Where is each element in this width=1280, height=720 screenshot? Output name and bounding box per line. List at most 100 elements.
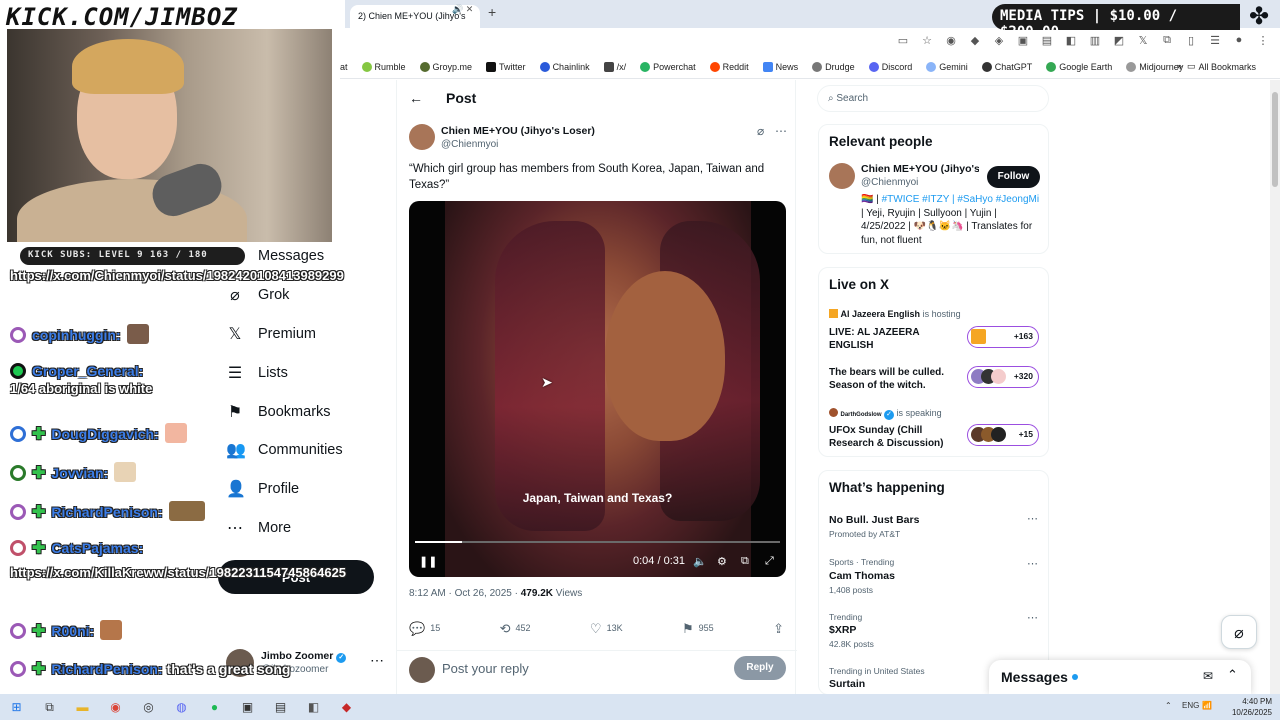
scroll-thumb[interactable] [1272, 92, 1278, 187]
nav-more[interactable]: ⋯ More [226, 518, 291, 538]
chat-message: ✚ Jovvian: [10, 462, 137, 483]
bookmark-midjourney[interactable]: Midjourney [1126, 61, 1183, 72]
ext-icon-1: ◉ [946, 35, 956, 47]
live-listeners[interactable]: +15 [967, 424, 1039, 446]
kebab-icon: ⋮ [1257, 35, 1269, 47]
task-view-icon[interactable]: ⧉ [33, 700, 66, 715]
communities-icon: 👥 [226, 442, 246, 459]
discord-icon[interactable]: ◍ [165, 700, 198, 714]
all-bookmarks[interactable]: » ▭ All Bookmarks [1177, 61, 1256, 72]
volume-icon[interactable]: 🔈 [693, 555, 707, 568]
bookmark-chatgpt[interactable]: ChatGPT [981, 61, 1032, 72]
network-icon[interactable]: 📶 [1202, 701, 1212, 710]
bookmark-0[interactable]: at [340, 62, 348, 72]
messages-label: Messages [1001, 669, 1068, 685]
scrollbar[interactable] [1270, 80, 1280, 695]
app-icon-3[interactable]: ◆ [330, 700, 363, 714]
reply-action[interactable]: 💬 15 [409, 621, 440, 637]
tray-chevron-icon[interactable]: ⌃ [1165, 701, 1172, 710]
nav-profile[interactable]: 👤 Profile [226, 479, 299, 499]
like-action[interactable]: ♡ 13K [590, 621, 623, 637]
back-arrow-icon[interactable]: ← [409, 90, 423, 106]
bookmark-reddit[interactable]: Reddit [709, 61, 749, 72]
person-bio: 🏳️‍🌈 | #TWICE #ITZY | #SaHyo #JeongMi | … [861, 194, 1040, 246]
pip-icon[interactable]: ⧉ [741, 555, 749, 568]
trend-name[interactable]: Surtain [829, 678, 865, 690]
extension-icons[interactable]: ▭ ☆ ◉ ◆ ◈ ▣ ▤ ◧ ▥ ◩ 𝕏 ⧉ ▯ ☰ ● ⋮ [896, 34, 1270, 47]
author-handle[interactable]: @Chienmyoi [441, 139, 498, 150]
trend-name[interactable]: Cam Thomas [829, 570, 895, 582]
video-caption: Japan, Taiwan and Texas? [522, 491, 673, 505]
search-input[interactable]: ⌕ Search [817, 85, 1049, 112]
chrome-icon[interactable]: ◉ [99, 700, 132, 714]
menu-icon: ☰ [1210, 35, 1220, 47]
bookmark-x[interactable]: /x/ [603, 61, 626, 72]
grok-float-icon[interactable]: ⌀ [1221, 615, 1257, 649]
windows-start-icon[interactable]: ⊞ [0, 700, 33, 714]
clock[interactable]: 4:40 PM 10/26/2025 [1232, 696, 1272, 718]
bookmark-drudge[interactable]: Drudge [812, 61, 855, 72]
steam-icon[interactable]: ◎ [132, 700, 165, 714]
tab-audio-icon[interactable]: 🔊 ✕ [452, 4, 473, 15]
chat-message: ✚ RichardPenison: that's a great song [10, 659, 290, 679]
bookmark-chainlink[interactable]: Chainlink [539, 61, 590, 72]
mouse-cursor-icon: ➤ [541, 374, 553, 390]
grok-explain-icon[interactable]: ⌀ [757, 124, 764, 138]
repost-action[interactable]: ⟲ 452 [500, 621, 531, 637]
bookmark-powerchat[interactable]: Powerchat [640, 61, 696, 72]
trend-name[interactable]: No Bull. Just Bars [829, 514, 919, 526]
nav-premium[interactable]: 𝕏 Premium [226, 324, 316, 344]
account-more-icon[interactable]: ⋯ [370, 652, 384, 669]
messages-drawer[interactable]: Messages ✉ ⌃ [989, 660, 1251, 694]
compose-message-icon[interactable]: ✉ [1203, 669, 1213, 683]
chat-message: ✚ RichardPenison: [10, 501, 205, 522]
expand-icon[interactable]: ⌃ [1227, 667, 1238, 683]
emote-icon [164, 423, 187, 443]
person-name[interactable]: Chien ME+YOU (Jihyo's... [861, 163, 979, 175]
bookmark-gemini[interactable]: Gemini [926, 61, 968, 72]
app-icon[interactable]: ▤ [264, 700, 297, 714]
trend-more-icon[interactable]: ⋯ [1027, 512, 1038, 525]
follow-button[interactable]: Follow [987, 166, 1040, 188]
nav-lists[interactable]: ☰ Lists [226, 363, 288, 383]
bookmark-discord[interactable]: Discord [868, 61, 912, 72]
nav-communities[interactable]: 👥 Communities [226, 440, 343, 460]
app-icon-2[interactable]: ◧ [297, 700, 330, 714]
share-action[interactable]: ⇪ [773, 621, 789, 637]
file-explorer-icon[interactable]: ▬ [66, 700, 99, 714]
live-item-title[interactable]: UFOx Sunday (Chill Research & Discussion… [829, 424, 964, 450]
pause-icon[interactable]: ❚❚ [419, 555, 437, 568]
spotify-icon[interactable]: ● [198, 700, 231, 714]
nav-bookmarks[interactable]: ⚑ Bookmarks [226, 402, 331, 422]
trend-name[interactable]: $XRP [829, 624, 856, 636]
post-more-icon[interactable]: ⋯ [775, 124, 787, 138]
fullscreen-icon[interactable]: ⤢ [765, 555, 774, 568]
live-item-title[interactable]: The bears will be culled. Season of the … [829, 366, 964, 392]
ext-icon-7: ▥ [1089, 35, 1101, 47]
trend-promoted: Promoted by AT&T [829, 529, 901, 539]
new-tab-button[interactable]: + [488, 4, 496, 20]
bookmark-twitter[interactable]: Twitter [486, 61, 526, 72]
bookmark-news[interactable]: News [762, 61, 798, 72]
live-item-title[interactable]: LIVE: AL JAZEERA ENGLISH [829, 326, 964, 352]
settings-icon[interactable]: ⚙ [717, 555, 727, 568]
live-listeners[interactable]: +320 [967, 366, 1039, 388]
bookmark-action[interactable]: ⚑ 955 [682, 621, 714, 637]
video-progress-fill [415, 541, 463, 543]
nav-grok[interactable]: ⌀ Grok [226, 285, 289, 305]
reply-input[interactable]: Post your reply [442, 661, 529, 676]
lang-indicator[interactable]: ENG [1182, 701, 1199, 710]
bookmark-groyp[interactable]: Groyp.me [419, 61, 472, 72]
video-player[interactable]: Japan, Taiwan and Texas? ❚❚ 0:04 / 0:31 … [409, 201, 786, 577]
avatar[interactable] [829, 163, 855, 189]
video-progress[interactable] [415, 541, 780, 543]
author-name[interactable]: Chien ME+YOU (Jihyo's Loser) [441, 125, 595, 137]
bookmark-rumble[interactable]: Rumble [361, 61, 406, 72]
terminal-icon[interactable]: ▣ [231, 700, 264, 714]
reply-button[interactable]: Reply [734, 656, 786, 680]
bookmark-google-earth[interactable]: Google Earth [1046, 61, 1112, 72]
author-avatar[interactable] [409, 124, 435, 150]
trend-more-icon[interactable]: ⋯ [1027, 557, 1038, 570]
live-listeners[interactable]: +163 [967, 326, 1039, 348]
trend-more-icon[interactable]: ⋯ [1027, 611, 1038, 624]
